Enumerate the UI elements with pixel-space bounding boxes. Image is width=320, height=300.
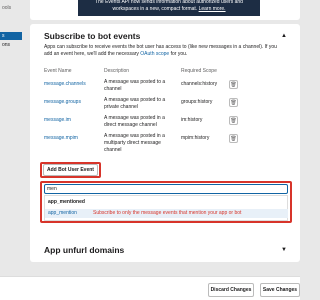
event-scope: im:history <box>181 117 203 123</box>
event-name[interactable]: message.mpim <box>44 135 78 142</box>
save-changes-button[interactable]: Save Changes <box>260 283 300 297</box>
trash-icon[interactable]: 🗑 <box>229 116 238 125</box>
suggestion-option[interactable]: app_mention Subscribe to only the messag… <box>45 209 288 218</box>
suggestion-option[interactable]: app_mentioned <box>45 198 288 207</box>
sidebar-item[interactable]: ons <box>0 41 22 49</box>
event-description: A message was posted to a channel <box>104 79 166 92</box>
trash-icon[interactable]: 🗑 <box>229 98 238 107</box>
sidebar: ools s ons <box>0 0 22 300</box>
event-description: A message was posted in a direct message… <box>104 115 165 128</box>
section-title: App unfurl domains <box>44 245 125 255</box>
chevron-up-icon[interactable]: ▲ <box>281 33 287 39</box>
column-header-event-name: Event Name <box>44 68 72 74</box>
option-name: app_mention <box>48 210 77 216</box>
event-search-input[interactable] <box>44 184 288 194</box>
section-title: Subscribe to bot events <box>44 31 141 41</box>
events-api-banner: The Events API now sends information abo… <box>78 0 260 16</box>
sidebar-item-active[interactable]: s <box>0 32 22 40</box>
section-description: Apps can subscribe to receive events the… <box>44 44 284 58</box>
event-scope: channels:history <box>181 81 218 87</box>
event-description: A message was posted to a private channe… <box>104 97 166 110</box>
content-area: The Events API now sends information abo… <box>22 0 300 300</box>
add-bot-user-event-button[interactable]: Add Bot User Event <box>43 164 98 176</box>
event-name[interactable]: message.channels <box>44 81 86 88</box>
table-row: message.groups A message was posted to a… <box>30 97 300 112</box>
event-name[interactable]: message.groups <box>44 99 81 106</box>
table-row: message.mpim A message was posted in a m… <box>30 133 300 153</box>
discard-changes-button[interactable]: Discard Changes <box>208 283 254 297</box>
oauth-scope-link[interactable]: OAuth scope <box>140 51 169 57</box>
sidebar-item-tools[interactable]: ools <box>0 4 22 12</box>
column-header-required-scope: Required Scope <box>181 68 217 74</box>
subscribe-bot-events-card: Subscribe to bot events ▲ Apps can subsc… <box>30 24 300 262</box>
chevron-down-icon[interactable]: ▼ <box>281 247 287 253</box>
event-suggestions-dropdown: app_mentioned app_mention Subscribe to o… <box>44 195 288 221</box>
description-end: for you. <box>170 51 188 57</box>
event-name[interactable]: message.im <box>44 117 71 124</box>
footer-bar: Discard Changes Save Changes <box>0 276 300 300</box>
option-description: Subscribe to only the message events tha… <box>93 210 242 216</box>
table-row: message.im A message was posted in a dir… <box>30 115 300 130</box>
info-card: The Events API now sends information abo… <box>30 0 300 20</box>
event-scope: mpim:history <box>181 135 210 141</box>
table-row: message.channels A message was posted to… <box>30 79 300 94</box>
trash-icon[interactable]: 🗑 <box>229 134 238 143</box>
learn-more-link[interactable]: Learn more. <box>199 6 226 12</box>
trash-icon[interactable]: 🗑 <box>229 80 238 89</box>
event-scope: groups:history <box>181 99 213 105</box>
column-header-description: Description <box>104 68 130 74</box>
event-description: A message was posted in a multiparty dir… <box>104 133 165 153</box>
option-name: app_mentioned <box>48 199 85 205</box>
